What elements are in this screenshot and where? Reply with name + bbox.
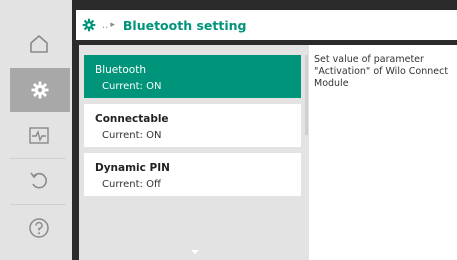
scroll-down-icon	[191, 250, 199, 254]
display-screen: .. ▸ Bluetooth setting Bluetooth Current…	[0, 0, 457, 260]
breadcrumb-arrow-icon: ▸	[110, 20, 115, 30]
breadcrumb[interactable]: ..	[102, 20, 108, 31]
sidebar-item-diagnostics[interactable]	[10, 114, 68, 158]
help-icon	[29, 218, 49, 238]
sidebar-item-undo[interactable]	[10, 158, 68, 202]
list-item-value: Current: ON	[102, 130, 162, 141]
list-item-value: Current: ON	[102, 81, 162, 92]
sidebar-item-settings[interactable]	[10, 68, 70, 112]
help-panel: Set value of parameter "Activation" of W…	[309, 45, 457, 260]
page-title: Bluetooth setting	[122, 17, 247, 33]
sidebar-item-home[interactable]	[10, 22, 68, 66]
settings-icon	[31, 81, 49, 99]
undo-icon	[30, 172, 47, 189]
list-item-dynamic-pin[interactable]: Dynamic PIN Current: Off	[84, 153, 301, 196]
list-item-title: Dynamic PIN	[95, 162, 170, 174]
header-bar: .. ▸ Bluetooth setting	[76, 10, 457, 40]
diagnostics-icon	[29, 127, 49, 144]
gear-icon	[82, 18, 96, 32]
scrollbar[interactable]	[305, 55, 308, 135]
list-item-connectable[interactable]: Connectable Current: ON	[84, 104, 301, 147]
sidebar-item-help[interactable]	[10, 206, 68, 250]
list-item-bluetooth[interactable]: Bluetooth Current: ON	[84, 55, 301, 98]
list-item-title: Connectable	[95, 113, 169, 125]
list-item-title: Bluetooth	[95, 64, 146, 76]
home-icon	[30, 35, 48, 53]
list-item-value: Current: Off	[102, 179, 161, 190]
sidebar	[0, 0, 72, 260]
settings-list: Bluetooth Current: ON Connectable Curren…	[79, 45, 309, 260]
help-text: Set value of parameter "Activation" of W…	[314, 54, 449, 89]
